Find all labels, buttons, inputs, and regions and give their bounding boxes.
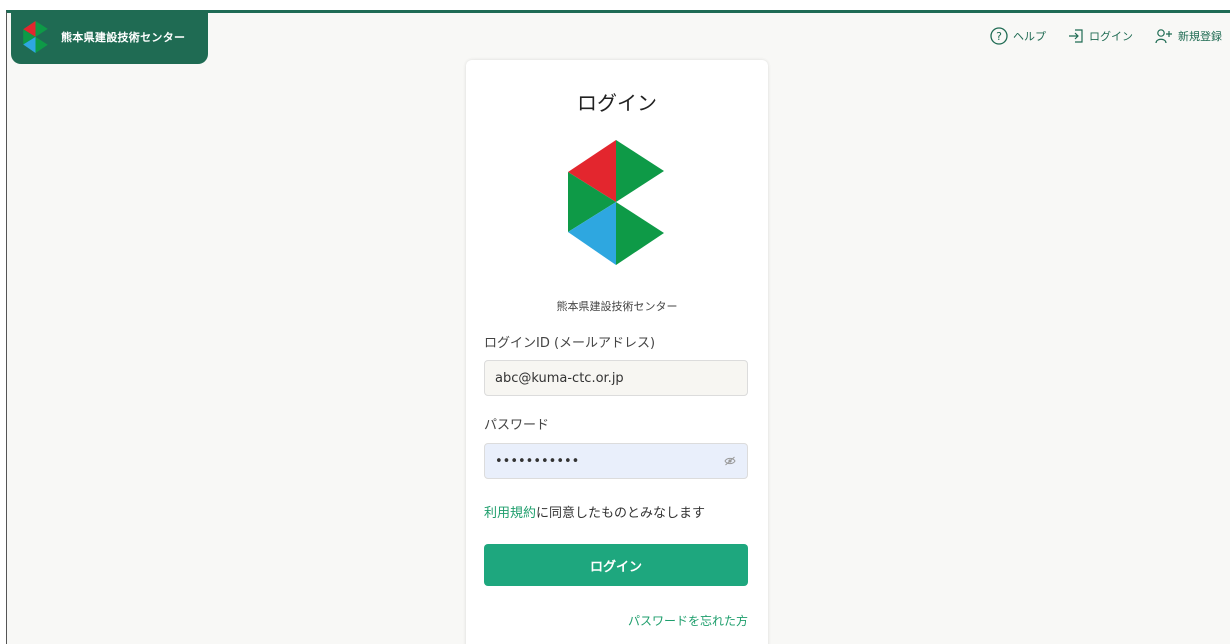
nav-login[interactable]: ログイン bbox=[1068, 28, 1133, 44]
login-id-input[interactable] bbox=[484, 360, 748, 396]
browser-viewport: 熊本県建設技術センター ? ヘルプ ログイン 新規登録 ログイン 熊本県建設技術… bbox=[6, 10, 1230, 644]
user-plus-icon bbox=[1155, 29, 1172, 44]
nav-register-label: 新規登録 bbox=[1178, 30, 1222, 43]
nav-register[interactable]: 新規登録 bbox=[1155, 28, 1222, 44]
login-button[interactable]: ログイン bbox=[484, 544, 748, 586]
org-name: 熊本県建設技術センター bbox=[556, 300, 678, 313]
terms-link[interactable]: 利用規約 bbox=[484, 506, 536, 521]
nav-help-label: ヘルプ bbox=[1013, 30, 1046, 43]
login-title: ログイン bbox=[577, 91, 657, 115]
terms-text: に同意したものとみなします bbox=[536, 506, 706, 521]
login-card: ログイン 熊本県建設技術センター ログインID (メールアドレス) パスワード … bbox=[466, 60, 768, 644]
eye-toggle-icon[interactable] bbox=[724, 456, 736, 466]
password-input[interactable] bbox=[484, 443, 748, 479]
login-id-label: ログインID (メールアドレス) bbox=[484, 336, 656, 351]
nav-login-label: ログイン bbox=[1089, 30, 1133, 43]
password-label: パスワード bbox=[484, 418, 550, 433]
top-navigation: ? ヘルプ ログイン 新規登録 bbox=[990, 27, 1222, 45]
terms-notice: 利用規約に同意したものとみなします bbox=[484, 502, 705, 521]
brand-logo-icon bbox=[23, 21, 48, 53]
brand-header[interactable]: 熊本県建設技術センター bbox=[11, 10, 208, 64]
login-icon bbox=[1069, 29, 1083, 43]
nav-help[interactable]: ? ヘルプ bbox=[990, 27, 1046, 45]
org-logo-icon bbox=[568, 140, 664, 265]
forgot-password-link[interactable]: パスワードを忘れた方 bbox=[628, 612, 748, 629]
help-circle-icon: ? bbox=[990, 27, 1008, 45]
brand-name: 熊本県建設技術センター bbox=[61, 31, 186, 44]
svg-text:?: ? bbox=[996, 30, 1002, 43]
